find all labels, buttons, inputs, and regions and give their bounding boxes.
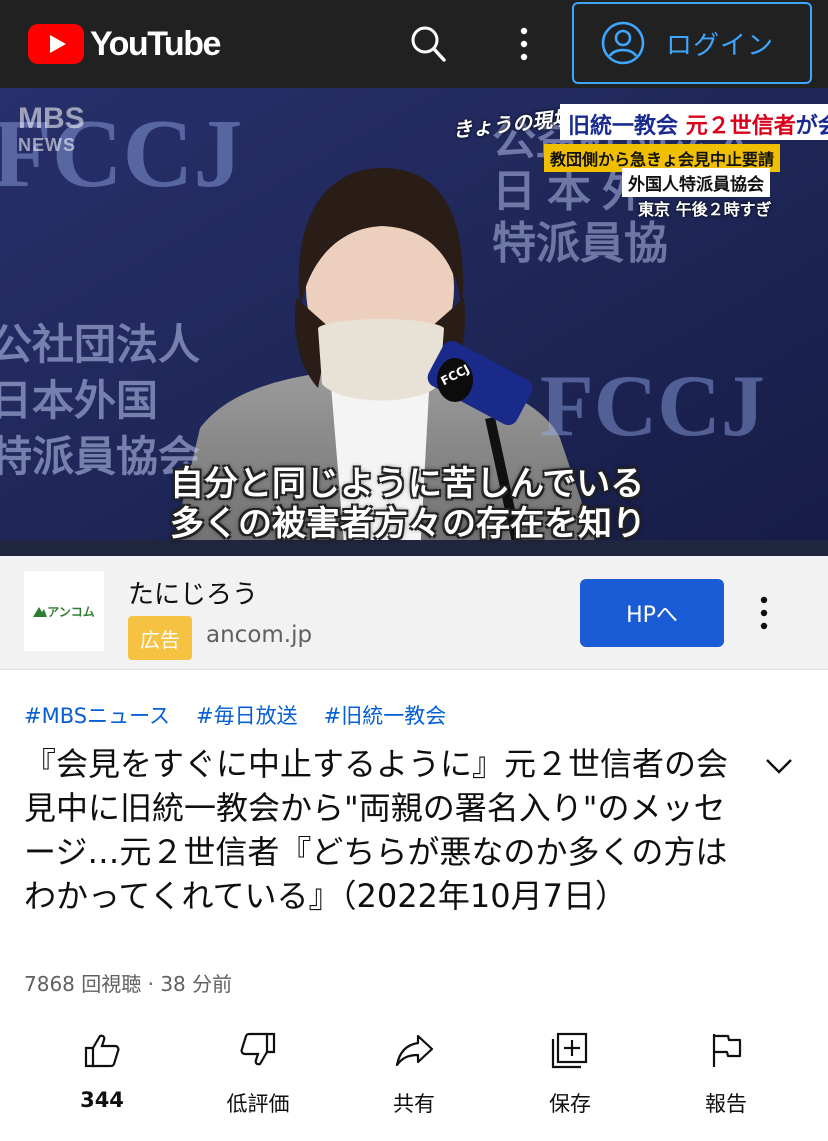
report-label: 報告 bbox=[705, 1092, 747, 1116]
more-vert-icon bbox=[760, 596, 768, 630]
mbs-news-watermark: MBS NEWS bbox=[18, 104, 85, 158]
dislike-button[interactable]: 低評価 bbox=[198, 1024, 318, 1124]
ad-badge: 広告 bbox=[128, 616, 192, 660]
share-label: 共有 bbox=[393, 1092, 435, 1116]
chyron-time: 東京 午後２時すぎ bbox=[638, 200, 772, 219]
chyron-title-part3: が会見 bbox=[795, 114, 828, 139]
login-label: ログイン bbox=[666, 30, 775, 61]
chyron-title-part1: 旧統一教会 bbox=[568, 114, 679, 139]
report-button[interactable]: 報告 bbox=[666, 1024, 786, 1124]
watermark-top: MBS bbox=[18, 102, 85, 135]
account-circle-icon bbox=[601, 21, 645, 65]
sign-right-line: 特派員協 bbox=[492, 219, 668, 268]
video-player[interactable]: FCCJ 公社団法人 日本外国 特派員協会 公益社団法人 日 本 外 特派員協 … bbox=[0, 88, 828, 556]
like-count: 344 bbox=[80, 1088, 124, 1112]
share-icon bbox=[395, 1034, 434, 1067]
ad-title[interactable]: たにじろう bbox=[128, 574, 258, 611]
search-icon bbox=[411, 26, 446, 62]
hashtag-list: #MBSニュース #毎日放送 #旧統一教会 bbox=[24, 700, 446, 730]
playlist-add-icon bbox=[551, 1032, 588, 1069]
ad-logo[interactable]: アンコム bbox=[24, 571, 104, 651]
chyron-show-name: きょうの現場 bbox=[451, 105, 574, 143]
chevron-down-icon bbox=[766, 759, 792, 774]
save-label: 保存 bbox=[549, 1092, 591, 1116]
share-button[interactable]: 共有 bbox=[354, 1024, 474, 1124]
youtube-logo-text: YouTube bbox=[90, 24, 221, 63]
youtube-logo[interactable]: YouTube bbox=[28, 22, 221, 66]
fccj-sign-right: FCCJ bbox=[540, 358, 765, 455]
save-button[interactable]: 保存 bbox=[510, 1024, 630, 1124]
top-app-bar: YouTube ログイン bbox=[0, 0, 828, 88]
thumb-up-icon bbox=[84, 1034, 120, 1068]
watermark-bottom: NEWS bbox=[18, 135, 76, 155]
expand-description-button[interactable] bbox=[762, 752, 796, 780]
subtitle-line-1: 自分と同じように苦しんでいる bbox=[170, 464, 645, 504]
chyron-title: 旧統一教会 元２世信者が会見 bbox=[560, 104, 828, 140]
ancom-logo-icon bbox=[33, 607, 48, 617]
chyron-subtitle-2: 外国人特派員協会 bbox=[622, 168, 770, 197]
youtube-play-icon bbox=[28, 24, 84, 64]
sign-left-line: 公社団法人 bbox=[0, 323, 201, 369]
chyron-title-part2: 元２世信者 bbox=[685, 114, 796, 139]
subtitle-line-2: 多くの被害者方々の存在を知り bbox=[170, 504, 646, 544]
thumb-down-icon bbox=[240, 1032, 276, 1066]
video-title[interactable]: 『会見をすぐに中止するように』元２世信者の会見中に旧統一教会から"両親の署名入り… bbox=[24, 742, 750, 918]
like-button[interactable]: 344 bbox=[42, 1024, 162, 1124]
more-vert-icon bbox=[520, 27, 528, 61]
ad-more-button[interactable] bbox=[746, 590, 782, 636]
fccj-sign-left-japanese: 公社団法人 日本外国 特派員協会 bbox=[0, 318, 200, 486]
ad-logo-text: アンコム bbox=[47, 604, 95, 619]
hashtag-link[interactable]: #MBSニュース bbox=[24, 700, 170, 730]
ad-card[interactable]: アンコム たにじろう 広告 ancom.jp HPへ bbox=[0, 556, 828, 670]
dislike-label: 低評価 bbox=[226, 1092, 290, 1116]
login-button[interactable]: ログイン bbox=[572, 2, 812, 84]
ad-domain[interactable]: ancom.jp bbox=[206, 622, 312, 648]
video-meta: 7868 回視聴 · 38 分前 bbox=[24, 972, 233, 996]
hashtag-link[interactable]: #旧統一教会 bbox=[324, 700, 447, 730]
news-chyron: きょうの現場 旧統一教会 元２世信者が会見 教団側から急きょ会見中止要請 外国人… bbox=[451, 104, 828, 220]
action-bar: 344 低評価 共有 保存 報告 bbox=[0, 1024, 828, 1124]
ad-cta-button[interactable]: HPへ bbox=[580, 579, 724, 647]
sign-left-line: 日本外国 bbox=[0, 379, 159, 425]
video-subtitle: 自分と同じように苦しんでいる 多くの被害者方々の存在を知り bbox=[170, 464, 646, 544]
more-options-button[interactable] bbox=[504, 22, 544, 66]
flag-icon bbox=[712, 1034, 742, 1067]
hashtag-link[interactable]: #毎日放送 bbox=[196, 700, 298, 730]
search-button[interactable] bbox=[406, 22, 450, 66]
